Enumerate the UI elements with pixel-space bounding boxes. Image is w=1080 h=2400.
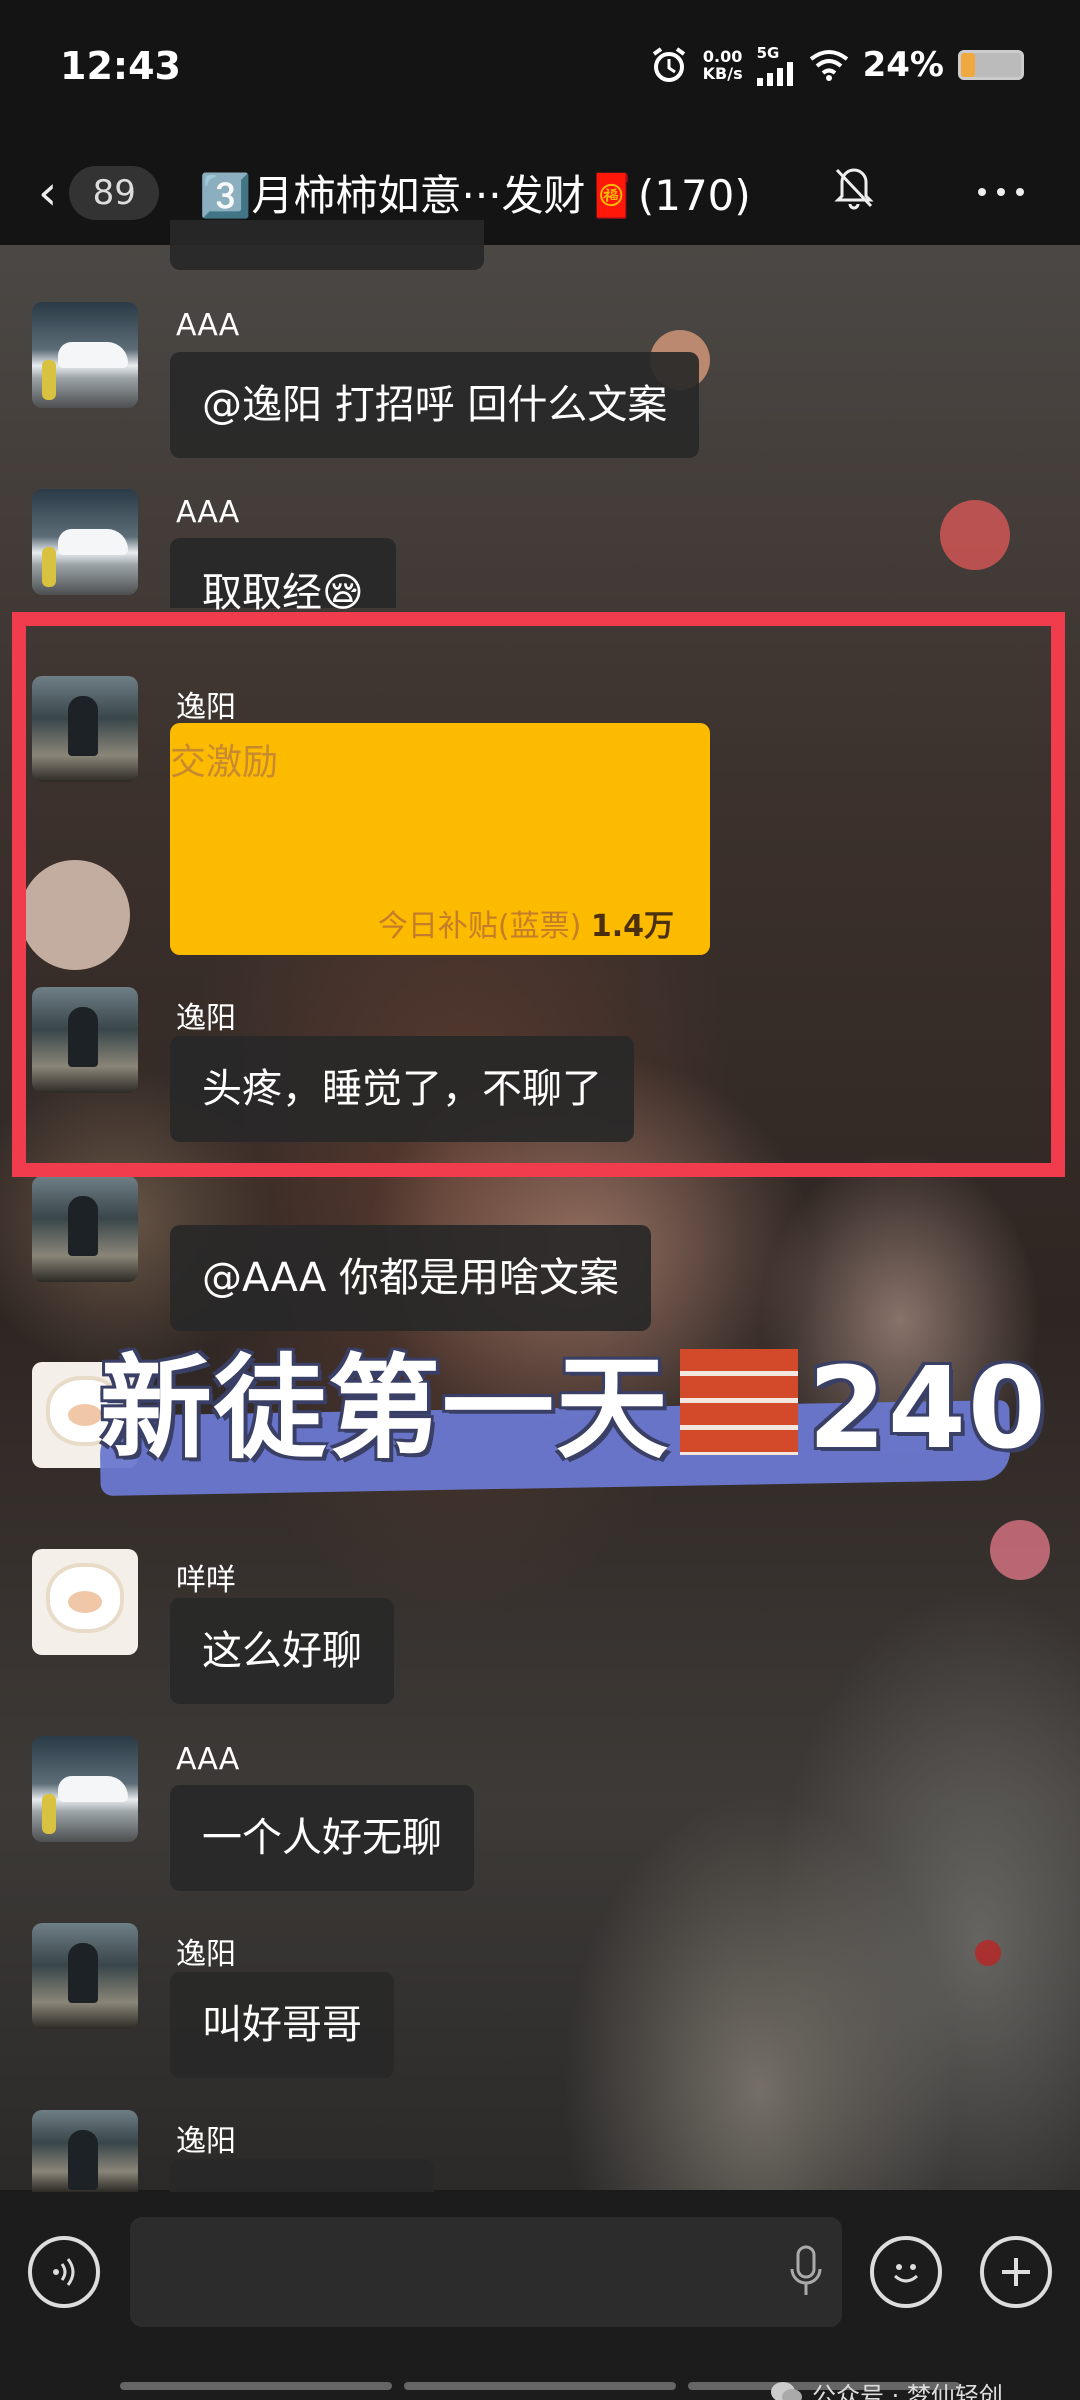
group-title[interactable]: 3️⃣月柿柿如意···发财🧧(170)	[199, 162, 751, 223]
battery-percent: 24%	[862, 45, 944, 85]
emoji-button[interactable]	[870, 2236, 942, 2308]
net-speed: 0.00 KB/s	[702, 47, 743, 83]
avatar[interactable]	[32, 1549, 138, 1655]
message-bubble[interactable]: 叫好哥哥	[170, 1972, 394, 2078]
input-bar	[0, 2192, 1080, 2400]
network-type: 5G	[756, 44, 780, 62]
message-input[interactable]	[130, 2217, 842, 2327]
sender-name: 咩咩	[176, 1563, 236, 1598]
signal-group: 5G	[756, 44, 795, 86]
highlight-box	[12, 612, 1065, 1177]
message-bubble[interactable]: @AAA 你都是用啥文案	[170, 1225, 652, 1331]
plus-icon	[1002, 2258, 1030, 2286]
chat-wallpaper	[0, 240, 1080, 2190]
sender-name: AAA	[176, 1742, 240, 1777]
alarm-icon	[652, 47, 685, 82]
voice-wave-icon	[53, 2258, 75, 2286]
mute-bell-icon[interactable]	[834, 162, 874, 210]
decor-dot	[975, 1940, 1001, 1966]
back-icon[interactable]: ‹	[38, 165, 57, 221]
avatar[interactable]	[32, 1923, 138, 2029]
avatar[interactable]	[32, 1176, 138, 1282]
sender-name: AAA	[176, 495, 240, 530]
chat-header: ‹ 89 3️⃣月柿柿如意···发财🧧(170)	[0, 140, 1080, 245]
decor-flower	[990, 1520, 1050, 1580]
avatar[interactable]	[32, 2110, 138, 2192]
message-bubble[interactable]: 一个人好无聊	[170, 1785, 474, 1891]
avatar[interactable]	[32, 489, 138, 595]
message-bubble-partial[interactable]	[170, 2159, 434, 2192]
message-bubble-partial	[170, 220, 484, 270]
more-options-icon[interactable]	[978, 188, 1024, 196]
signal-icon	[756, 62, 793, 86]
overlay-caption: 新徒第一天 240	[100, 1344, 1048, 1474]
battery-icon	[958, 50, 1024, 80]
status-icons: 0.00 KB/s 5G 24%	[649, 44, 1024, 86]
status-time: 12:43	[60, 44, 181, 88]
decor-flower	[940, 500, 1010, 570]
avatar[interactable]	[32, 302, 138, 408]
voice-mode-button[interactable]	[28, 2236, 100, 2308]
avatar[interactable]	[32, 1736, 138, 1842]
chat-screen: 12:43 0.00 KB/s 5G 24% ‹ 89 3️⃣月柿柿如意···发…	[0, 0, 1080, 2400]
unread-count-badge[interactable]: 89	[69, 165, 160, 220]
wifi-icon	[809, 50, 848, 81]
smiley-icon	[893, 2264, 919, 2283]
message-bubble[interactable]: 这么好聊	[170, 1598, 394, 1704]
mic-icon[interactable]	[788, 2245, 824, 2299]
battery-fill	[961, 53, 976, 77]
add-more-button[interactable]	[980, 2236, 1052, 2308]
sender-name: AAA	[176, 308, 240, 343]
message-bubble[interactable]: 取取经😪	[170, 538, 396, 616]
sender-name: 逸阳	[176, 2124, 236, 2159]
watermark: 公众号 · 梦仙轻创	[770, 2376, 1003, 2400]
status-bar: 12:43 0.00 KB/s 5G 24%	[0, 0, 1080, 140]
brick-icon	[680, 1349, 798, 1455]
message-bubble[interactable]: @逸阳 打招呼 回什么文案	[170, 352, 700, 458]
sender-name: 逸阳	[176, 1937, 236, 1972]
wechat-icon	[771, 2381, 802, 2400]
